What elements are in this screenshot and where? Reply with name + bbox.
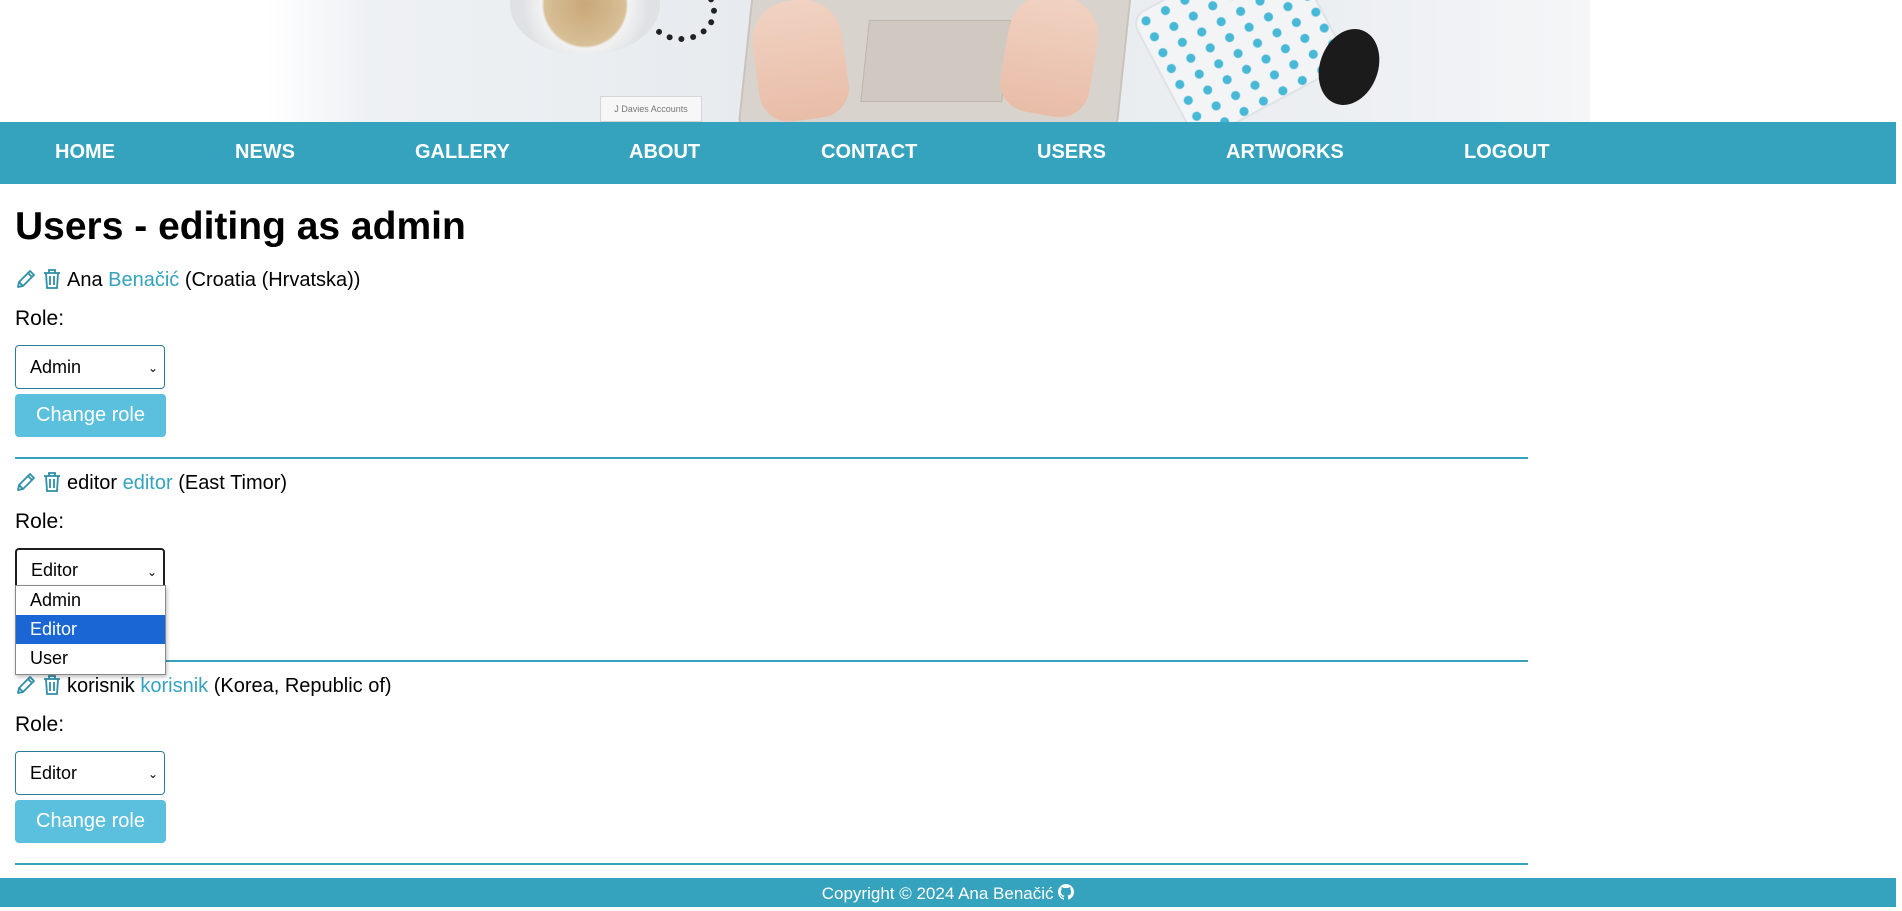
divider bbox=[15, 457, 1528, 459]
footer: Copyright © 2024 Ana Benačić bbox=[0, 878, 1896, 907]
user-entry: Ana Benačić (Croatia (Hrvatska)) Role: A… bbox=[15, 265, 1528, 465]
chevron-down-icon: ⌄ bbox=[147, 361, 158, 375]
trash-icon[interactable] bbox=[41, 470, 63, 494]
main-nav: HOME NEWS GALLERY ABOUT CONTACT USERS AR… bbox=[0, 122, 1896, 184]
role-select-value: Editor bbox=[31, 560, 79, 580]
user-entry: korisnik korisnik (Korea, Republic of) R… bbox=[15, 671, 1528, 871]
nav-news[interactable]: NEWS bbox=[235, 122, 295, 184]
nav-home[interactable]: HOME bbox=[55, 122, 115, 184]
dropdown-option-editor[interactable]: Editor bbox=[16, 615, 165, 644]
user-last-name[interactable]: editor bbox=[123, 472, 173, 494]
business-card: J Davies Accounts bbox=[600, 96, 702, 122]
github-icon[interactable] bbox=[1058, 879, 1075, 900]
coffee-cup-image bbox=[510, 0, 660, 55]
role-label: Role: bbox=[15, 307, 65, 330]
nav-contact[interactable]: CONTACT bbox=[821, 122, 917, 184]
change-role-button[interactable]: Change role bbox=[15, 800, 166, 843]
role-select-value: Admin bbox=[30, 357, 82, 377]
role-select[interactable]: Editor ⌄ bbox=[15, 751, 165, 795]
divider bbox=[15, 863, 1528, 865]
role-label: Role: bbox=[15, 713, 65, 736]
role-select-value: Editor bbox=[30, 763, 78, 783]
nav-users[interactable]: USERS bbox=[1037, 122, 1106, 184]
copyright-text: Copyright © 2024 Ana Benačić bbox=[821, 884, 1054, 903]
user-country: (Croatia (Hrvatska)) bbox=[184, 269, 361, 291]
coaster-image bbox=[645, 0, 717, 42]
role-label: Role: bbox=[15, 510, 65, 533]
user-first-name: korisnik bbox=[67, 675, 135, 697]
user-country: (Korea, Republic of) bbox=[213, 675, 392, 697]
banner-photo: J Davies Accounts bbox=[265, 0, 1590, 122]
dropdown-option-user[interactable]: User bbox=[16, 644, 165, 673]
header-banner: J Davies Accounts bbox=[0, 0, 1902, 122]
trash-icon[interactable] bbox=[41, 673, 63, 697]
page-edge bbox=[1896, 122, 1902, 907]
calculator-image bbox=[1132, 0, 1348, 122]
divider bbox=[15, 660, 1528, 662]
user-line: korisnik korisnik (Korea, Republic of) bbox=[15, 671, 392, 701]
chevron-down-icon: ⌄ bbox=[147, 767, 158, 781]
user-entry: editor editor (East Timor) Role: Editor … bbox=[15, 468, 1528, 668]
pencil-icon[interactable] bbox=[15, 673, 37, 697]
user-last-name[interactable]: korisnik bbox=[140, 675, 208, 697]
pencil-icon[interactable] bbox=[15, 470, 37, 494]
user-line: Ana Benačić (Croatia (Hrvatska)) bbox=[15, 265, 360, 295]
trash-icon[interactable] bbox=[41, 267, 63, 291]
nav-about[interactable]: ABOUT bbox=[629, 122, 700, 184]
user-last-name[interactable]: Benačić bbox=[108, 269, 179, 291]
user-line: editor editor (East Timor) bbox=[15, 468, 287, 498]
pencil-icon[interactable] bbox=[15, 267, 37, 291]
role-select[interactable]: Admin ⌄ bbox=[15, 345, 165, 389]
page-title: Users - editing as admin bbox=[15, 205, 466, 248]
user-first-name: Ana bbox=[67, 269, 103, 291]
nav-artworks[interactable]: ARTWORKS bbox=[1226, 122, 1344, 184]
nav-gallery[interactable]: GALLERY bbox=[415, 122, 510, 184]
nav-logout[interactable]: LOGOUT bbox=[1464, 122, 1550, 184]
role-dropdown-list: Admin Editor User bbox=[15, 585, 166, 675]
change-role-button[interactable]: Change role bbox=[15, 394, 166, 437]
user-country: (East Timor) bbox=[178, 472, 288, 494]
dropdown-option-admin[interactable]: Admin bbox=[16, 586, 165, 615]
user-first-name: editor bbox=[67, 472, 118, 494]
